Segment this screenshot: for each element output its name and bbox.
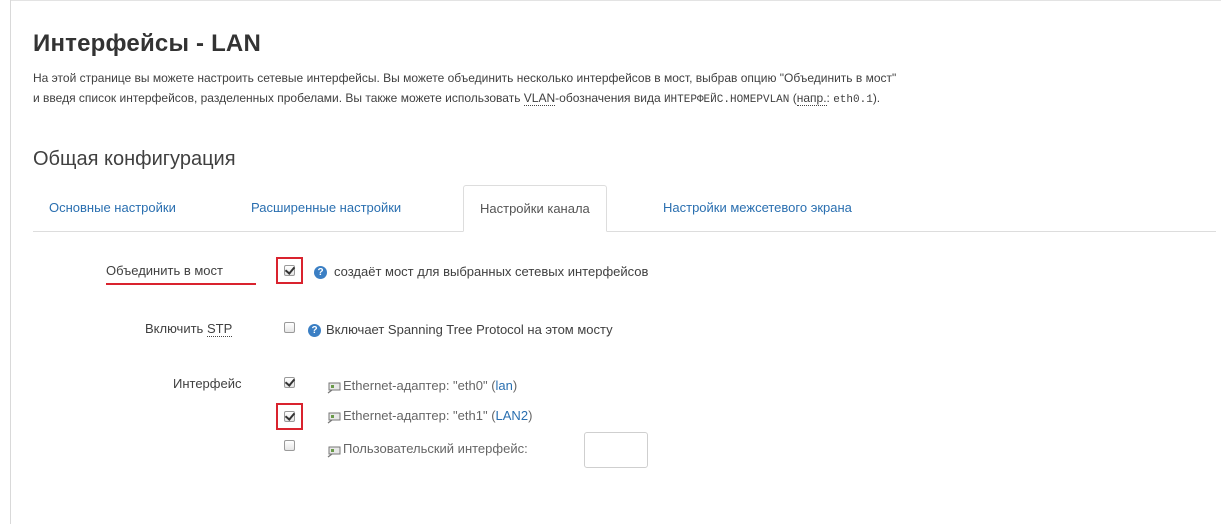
code-vlan-format: ИНТЕРФЕЙС.НОМЕРVLAN [663, 94, 790, 106]
tab-bar: Основные настройки Расширенные настройки… [33, 185, 1216, 232]
stp-checkbox[interactable] [284, 322, 295, 333]
stp-abbr: STP [206, 321, 233, 337]
bridge-help-text: создаёт мост для выбранных сетевых интер… [334, 264, 649, 279]
custom-interface-input[interactable] [584, 432, 648, 468]
stp-help-icon: ? [308, 324, 321, 337]
code-example: eth0.1 [833, 94, 873, 106]
interface-custom-text: Пользовательский интерфейс: [343, 441, 528, 456]
ethernet-icon [327, 446, 341, 458]
tab-physical[interactable]: Настройки канала [463, 185, 607, 232]
stp-label: Включить STP [145, 321, 233, 337]
bridge-help-icon: ? [314, 266, 327, 279]
vlan-abbr: VLAN [523, 91, 556, 106]
interface-eth1-text: Ethernet-адаптер: "eth1" (LAN2) [343, 408, 533, 423]
interface-eth1-checkbox[interactable] [284, 411, 295, 422]
interface-eth0-text: Ethernet-адаптер: "eth0" (lan) [343, 378, 518, 393]
tab-advanced[interactable]: Расширенные настройки [235, 185, 417, 231]
tab-general[interactable]: Основные настройки [33, 185, 192, 231]
bridge-label-underline [106, 283, 256, 285]
example-abbr: напр. [796, 91, 827, 106]
bridge-label: Объединить в мост [106, 263, 223, 278]
interface-eth0-network-link[interactable]: lan [496, 378, 513, 393]
interface-label: Интерфейс [173, 376, 242, 391]
description-line-1: На этой странице вы можете настроить сет… [33, 71, 897, 85]
ethernet-icon [327, 412, 341, 424]
interface-eth0-checkbox[interactable] [284, 377, 295, 388]
description-line-2: и введя список интерфейсов, разделенных … [33, 91, 881, 106]
interface-eth1-network-link[interactable]: LAN2 [496, 408, 529, 423]
bridge-checkbox[interactable] [284, 265, 295, 276]
ethernet-icon [327, 382, 341, 394]
stp-help-text: Включает Spanning Tree Protocol на этом … [326, 322, 613, 337]
page-description: На этой странице вы можете настроить сет… [33, 68, 1213, 110]
section-title: Общая конфигурация [33, 148, 236, 170]
interface-custom-checkbox[interactable] [284, 440, 295, 451]
tab-firewall[interactable]: Настройки межсетевого экрана [647, 185, 868, 231]
page-title: Интерфейсы - LAN [33, 30, 261, 57]
